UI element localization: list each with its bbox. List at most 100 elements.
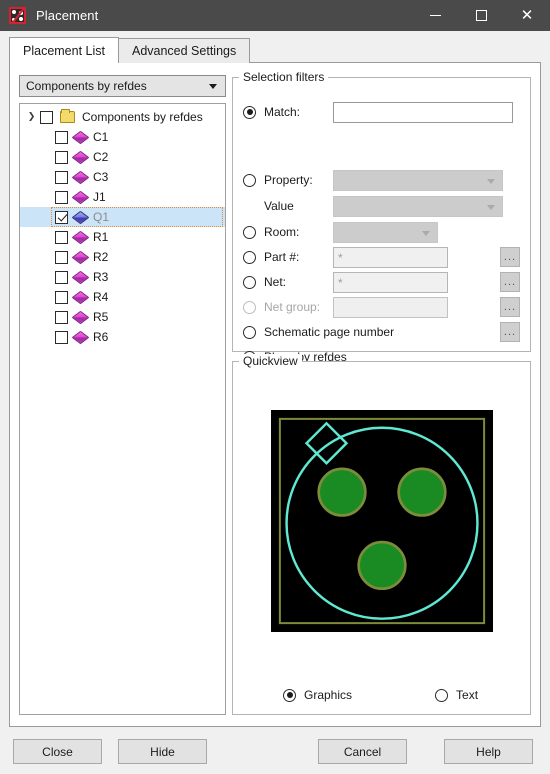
component-list-pane: Components by refdes ❯ Components by ref…: [19, 75, 226, 715]
hide-button-label: Hide: [150, 744, 175, 759]
tab-placement-list-label: Placement List: [23, 43, 105, 58]
filter-property-row[interactable]: Property:: [243, 170, 313, 190]
dialog-body: Placement List Advanced Settings Compone…: [0, 31, 550, 774]
hide-button[interactable]: Hide: [118, 739, 207, 764]
close-window-button[interactable]: ✕: [504, 0, 550, 31]
close-button[interactable]: Close: [13, 739, 102, 764]
maximize-button[interactable]: [458, 0, 504, 31]
tree-row-root[interactable]: ❯ Components by refdes: [20, 107, 225, 127]
quickview-text-radio[interactable]: [435, 688, 449, 702]
partnumber-browse-button[interactable]: ...: [500, 247, 520, 267]
tree-item-checkbox[interactable]: [55, 210, 68, 224]
net-input[interactable]: [333, 272, 448, 293]
table-row[interactable]: J1: [20, 187, 225, 207]
tab-advanced-settings-label: Advanced Settings: [131, 44, 237, 58]
filter-room-radio[interactable]: [243, 225, 256, 239]
chevron-expanded-icon[interactable]: ❯: [25, 111, 38, 124]
filter-match-row[interactable]: Match:: [243, 102, 300, 122]
chevron-down-icon: [487, 179, 495, 184]
component-outline: [278, 417, 485, 625]
tree-item-label: J1: [93, 190, 106, 204]
filter-property-label: Property:: [264, 173, 313, 187]
grouping-combo[interactable]: Components by refdes: [19, 75, 226, 97]
table-row[interactable]: R5: [20, 307, 225, 327]
selection-filters-group: Selection filters Match: Property: Value…: [232, 70, 531, 364]
right-pane: Selection filters Match: Property: Value…: [232, 69, 531, 715]
tree-item-checkbox[interactable]: [55, 270, 68, 284]
table-row[interactable]: C2: [20, 147, 225, 167]
tree-item-label: R4: [93, 290, 109, 304]
tree-item-checkbox[interactable]: [55, 230, 68, 244]
filter-property-radio[interactable]: [243, 173, 256, 187]
quickview-text-label: Text: [456, 688, 479, 702]
footprint-preview[interactable]: [270, 410, 493, 632]
help-button[interactable]: Help: [444, 739, 533, 764]
filter-schematic-page-radio[interactable]: [243, 325, 256, 339]
partnumber-input[interactable]: [333, 247, 448, 268]
net-browse-button[interactable]: ...: [500, 272, 520, 292]
filter-room-row[interactable]: Room:: [243, 222, 299, 242]
tree-item-checkbox[interactable]: [55, 170, 68, 184]
partnumber-browse-label: ...: [503, 251, 517, 263]
component-icon: [71, 130, 90, 144]
room-dropdown[interactable]: [333, 222, 438, 243]
tab-advanced-settings[interactable]: Advanced Settings: [117, 38, 251, 63]
component-icon: [71, 190, 90, 204]
minimize-button[interactable]: [412, 0, 458, 31]
tab-placement-list[interactable]: Placement List: [9, 37, 119, 63]
pad: [316, 467, 367, 517]
table-row[interactable]: C1: [20, 127, 225, 147]
netgroup-browse-button[interactable]: ...: [500, 297, 520, 317]
tree-item-checkbox[interactable]: [55, 130, 68, 144]
filter-net-radio[interactable]: [243, 275, 256, 289]
cancel-button-label: Cancel: [343, 744, 382, 759]
filter-schematic-page-row[interactable]: Schematic page number: [243, 322, 394, 342]
filter-schematic-page-label: Schematic page number: [264, 325, 395, 339]
tree-item-label: Q1: [93, 210, 110, 224]
tree-item-checkbox[interactable]: [55, 250, 68, 264]
filter-match-radio[interactable]: [243, 105, 256, 119]
table-row[interactable]: R1: [20, 227, 225, 247]
pad: [396, 467, 447, 517]
filter-partnumber-row[interactable]: Part #:: [243, 247, 299, 267]
tree-item-checkbox[interactable]: [55, 310, 68, 324]
table-row[interactable]: R2: [20, 247, 225, 267]
table-row[interactable]: R4: [20, 287, 225, 307]
quickview-group: Quickview Graphics Text: [232, 354, 531, 715]
component-icon: [71, 290, 90, 304]
tree-item-checkbox[interactable]: [55, 150, 68, 164]
quickview-mode-radios: Graphics Text: [233, 688, 530, 702]
table-row[interactable]: C3: [20, 167, 225, 187]
tree-item-checkbox[interactable]: [55, 330, 68, 344]
tree-item-checkbox[interactable]: [55, 190, 68, 204]
filter-net-row[interactable]: Net:: [243, 272, 286, 292]
table-row-selected[interactable]: Q1: [20, 207, 225, 227]
tree-item-label: C1: [93, 130, 109, 144]
tree-item-checkbox[interactable]: [55, 290, 68, 304]
component-icon: [71, 230, 90, 244]
filter-partnumber-radio[interactable]: [243, 250, 256, 264]
filter-value-row: Value: [264, 196, 294, 216]
quickview-legend: Quickview: [239, 354, 302, 368]
filter-partnumber-label: Part #:: [264, 250, 300, 264]
tree-item-label: R6: [93, 330, 109, 344]
tree-root-checkbox[interactable]: [40, 110, 53, 124]
table-row[interactable]: R3: [20, 267, 225, 287]
minimize-icon: [429, 15, 441, 16]
component-icon: [71, 150, 90, 164]
value-dropdown[interactable]: [333, 196, 503, 217]
match-input[interactable]: [333, 102, 513, 123]
quickview-graphics-row[interactable]: Graphics: [283, 688, 352, 702]
filter-netgroup-row: Net group:: [243, 297, 320, 317]
schematic-page-browse-button[interactable]: ...: [500, 322, 520, 342]
property-dropdown[interactable]: [333, 170, 503, 191]
tree-item-label: R2: [93, 250, 109, 264]
filter-match-label: Match:: [264, 105, 301, 119]
cancel-button[interactable]: Cancel: [318, 739, 407, 764]
table-row[interactable]: R6: [20, 327, 225, 347]
pad: [356, 540, 407, 591]
quickview-text-row[interactable]: Text: [435, 688, 478, 702]
quickview-graphics-radio[interactable]: [283, 688, 296, 702]
title-bar: Placement ✕: [0, 0, 550, 31]
component-tree[interactable]: ❯ Components by refdes C1 C2 C3 J1 Q1 R1…: [19, 103, 226, 715]
